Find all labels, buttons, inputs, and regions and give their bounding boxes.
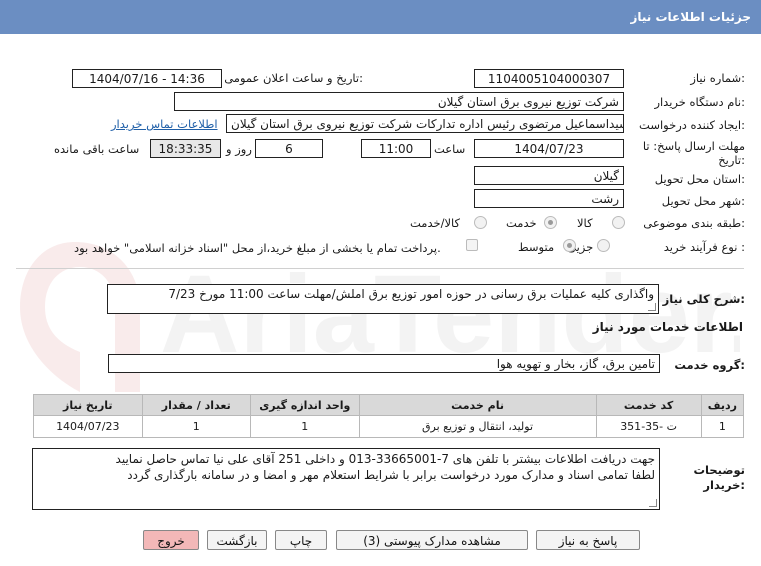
cell-row-number: 1 <box>700 415 745 438</box>
cell-need-date: 1404/07/23 <box>33 415 143 438</box>
summary-label: شرح کلی نیاز: <box>662 292 745 306</box>
category-label: طبقه بندی موضوعی: <box>643 216 745 230</box>
treasury-payment-checkbox[interactable] <box>466 239 478 251</box>
notes-resize-handle[interactable] <box>649 499 657 507</box>
creator-field: سیداسماعیل مرتضوی رئیس اداره تدارکات شرک… <box>226 114 624 133</box>
need-number-label: شماره نیاز: <box>690 71 745 85</box>
table-row: 1 ت -35-351 تولید، انتقال و توزیع برق 1 … <box>33 415 745 438</box>
col-need-date: تاریخ نیاز <box>33 394 143 416</box>
city-label: شهر محل تحویل: <box>661 194 745 208</box>
services-table: ردیف کد خدمت نام خدمت واحد اندازه گیری ت… <box>33 394 745 438</box>
days-field: 6 <box>255 139 323 158</box>
deadline-date-field: 1404/07/23 <box>474 139 624 158</box>
deadline-time-field: 11:00 <box>361 139 431 158</box>
resize-handle[interactable] <box>648 303 656 311</box>
exit-button[interactable]: خروج <box>143 530 199 550</box>
treasury-payment-note: پرداخت تمام یا بخشی از مبلغ خرید،از محل … <box>74 241 441 255</box>
cell-quantity: 1 <box>141 415 252 438</box>
category-radio-goods-service[interactable] <box>474 216 487 229</box>
summary-field: واگذاری کلیه عملیات برق رسانی در حوزه ام… <box>107 284 659 314</box>
deadline-label-date: تاریخ: <box>718 153 745 167</box>
service-group-field: تامین برق، گاز، بخار و تهویه هوا <box>108 354 660 373</box>
deadline-label: مهلت ارسال پاسخ: تا <box>642 139 745 153</box>
page-title: جزئیات اطلاعات نیاز <box>630 10 751 24</box>
back-button[interactable]: بازگشت <box>207 530 267 550</box>
category-option-goods-service: کالا/خدمت <box>410 216 461 230</box>
col-unit: واحد اندازه گیری <box>250 394 360 416</box>
process-option-medium: متوسط <box>518 240 555 254</box>
creator-label: ایجاد کننده درخواست: <box>639 118 745 132</box>
deadline-time-label: ساعت <box>434 142 466 156</box>
cell-service-code: ت -35-351 <box>595 415 702 438</box>
col-quantity: تعداد / مقدار <box>141 394 252 416</box>
buyer-org-label: نام دستگاه خریدار: <box>654 95 745 109</box>
buyer-notes-label-2: خریدار: <box>703 478 745 492</box>
reply-button[interactable]: پاسخ به نیاز <box>536 530 640 550</box>
province-label: استان محل تحویل: <box>654 172 745 186</box>
process-radio-minor[interactable] <box>597 239 610 252</box>
col-service-code: کد خدمت <box>595 394 702 416</box>
category-radio-goods[interactable] <box>612 216 625 229</box>
buyer-notes-label: توضیحات <box>693 463 746 477</box>
col-row-number: ردیف <box>700 394 745 416</box>
need-number-field: 1104005104000307 <box>474 69 624 88</box>
remaining-time-field: 18:33:35 <box>150 139 221 158</box>
cell-service-name: تولید، انتقال و توزیع برق <box>358 415 597 438</box>
process-radio-medium[interactable] <box>563 239 576 252</box>
announce-label: تاریخ و ساعت اعلان عمومی: <box>224 71 363 85</box>
page-header: جزئیات اطلاعات نیاز <box>0 0 761 34</box>
process-label: نوع فرآیند خرید : <box>663 240 745 254</box>
col-service-name: نام خدمت <box>358 394 597 416</box>
days-label: روز و <box>226 142 252 156</box>
remaining-label: ساعت باقی مانده <box>54 142 140 156</box>
table-header-row: ردیف کد خدمت نام خدمت واحد اندازه گیری ت… <box>33 394 745 416</box>
service-group-label: گروه خدمت: <box>674 358 745 372</box>
city-field: رشت <box>474 189 624 208</box>
buyer-notes-line-1: جهت دریافت اطلاعات بیشتر با تلفن های 7-3… <box>115 452 655 466</box>
cell-unit: 1 <box>250 415 360 438</box>
attachments-button[interactable]: مشاهده مدارک پیوستی (3) <box>336 530 528 550</box>
category-option-goods: کالا <box>577 216 593 230</box>
announce-field: 1404/07/16 - 14:36 <box>72 69 222 88</box>
buyer-notes-line-2: لطفا تمامی اسناد و مدارک مورد درخواست بر… <box>127 468 655 482</box>
buyer-org-field: شرکت توزیع نیروی برق استان گیلان <box>174 92 624 111</box>
buyer-contact-link[interactable]: اطلاعات تماس خریدار <box>111 117 218 131</box>
category-option-service: خدمت <box>506 216 537 230</box>
summary-text: واگذاری کلیه عملیات برق رسانی در حوزه ام… <box>168 287 654 301</box>
services-section-title: اطلاعات خدمات مورد نیاز <box>592 320 743 334</box>
print-button[interactable]: چاپ <box>275 530 327 550</box>
province-field: گیلان <box>474 166 624 185</box>
divider <box>16 268 744 269</box>
category-radio-service[interactable] <box>544 216 557 229</box>
buyer-notes-field: جهت دریافت اطلاعات بیشتر با تلفن های 7-3… <box>32 448 660 510</box>
